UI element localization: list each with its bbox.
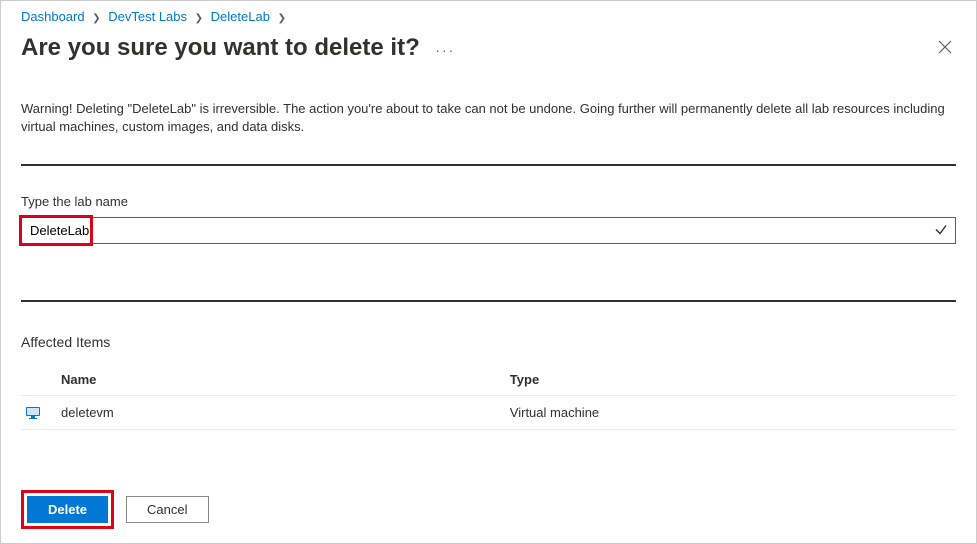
affected-items-title: Affected Items [21,334,956,350]
divider [21,300,956,302]
delete-button[interactable]: Delete [27,496,108,523]
warning-text: Warning! Deleting "DeleteLab" is irrever… [21,100,956,136]
lab-name-label: Type the lab name [21,194,956,209]
more-icon[interactable]: ··· [435,42,455,58]
table-row[interactable]: deletevm Virtual machine [21,396,956,430]
breadcrumb-link-dashboard[interactable]: Dashboard [21,9,85,24]
column-header-name: Name [53,364,502,396]
item-type: Virtual machine [502,396,956,430]
divider [21,164,956,166]
close-icon[interactable] [934,35,956,61]
chevron-right-icon: ❯ [278,13,286,24]
lab-name-input[interactable] [21,217,956,244]
page-title: Are you sure you want to delete it? [21,34,420,61]
chevron-right-icon: ❯ [195,13,203,24]
breadcrumb-link-deletelab[interactable]: DeleteLab [211,9,270,24]
check-icon [934,222,948,239]
item-name: deletevm [53,396,502,430]
breadcrumb: Dashboard ❯ DevTest Labs ❯ DeleteLab ❯ [1,1,976,28]
affected-items-table: Name Type deletevm Virtual [21,364,956,430]
highlight-annotation: Delete [21,490,114,529]
cancel-button[interactable]: Cancel [126,496,208,523]
button-bar: Delete Cancel [21,490,209,529]
breadcrumb-link-devtestlabs[interactable]: DevTest Labs [108,9,187,24]
chevron-right-icon: ❯ [92,13,100,24]
column-header-type: Type [502,364,956,396]
vm-icon [25,405,41,421]
